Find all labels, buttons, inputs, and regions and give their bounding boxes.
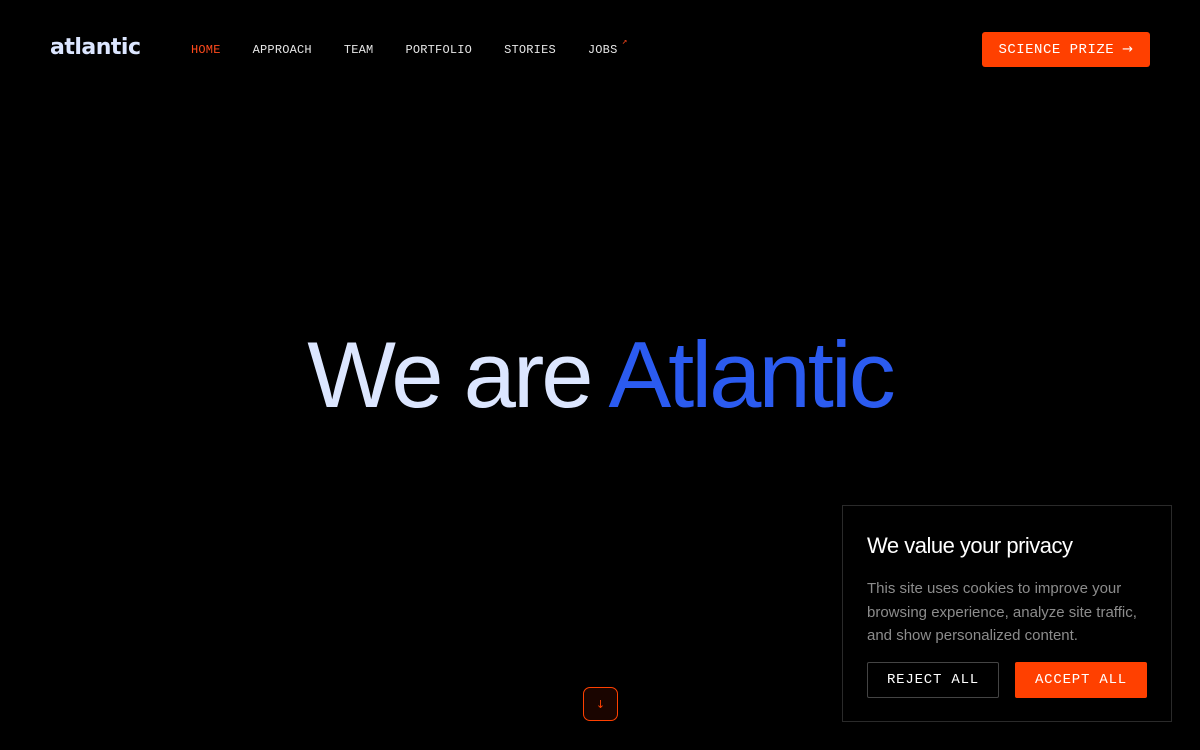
hero-highlight: Atlantic xyxy=(608,322,895,427)
science-prize-label: SCIENCE PRIZE xyxy=(998,41,1115,58)
nav-item-approach[interactable]: APPROACH xyxy=(253,43,312,57)
logo[interactable]: atlantic xyxy=(50,35,141,60)
nav-item-portfolio[interactable]: PORTFOLIO xyxy=(405,43,472,57)
hero-heading: We are Atlantic xyxy=(0,320,1200,430)
nav-item-jobs-label: JOBS xyxy=(587,43,618,57)
reject-all-button[interactable]: REJECT ALL xyxy=(867,662,999,698)
page: atlantic HOME APPROACH TEAM PORTFOLIO ST… xyxy=(0,0,1200,750)
cookie-title: We value your privacy xyxy=(867,533,1073,558)
nav-item-home[interactable]: HOME xyxy=(191,43,221,57)
main-nav: HOME APPROACH TEAM PORTFOLIO STORIES JOB… xyxy=(191,37,649,57)
arrow-up-right-icon: ↗ xyxy=(621,37,628,47)
science-prize-button[interactable]: SCIENCE PRIZE → xyxy=(982,32,1150,67)
arrow-right-icon: → xyxy=(1122,42,1134,57)
scroll-down-button[interactable]: ↓ xyxy=(583,687,618,721)
arrow-down-icon: ↓ xyxy=(595,697,606,711)
cookie-banner: We value your privacy This site uses coo… xyxy=(842,505,1172,722)
hero-prefix: We are xyxy=(307,322,593,427)
cookie-text: This site uses cookies to improve your b… xyxy=(867,580,1137,644)
accept-all-button[interactable]: ACCEPT ALL xyxy=(1015,662,1147,698)
nav-item-team[interactable]: TEAM xyxy=(344,43,374,57)
nav-item-stories[interactable]: STORIES xyxy=(504,43,556,57)
nav-item-jobs[interactable]: JOBS ↗ xyxy=(587,37,627,57)
